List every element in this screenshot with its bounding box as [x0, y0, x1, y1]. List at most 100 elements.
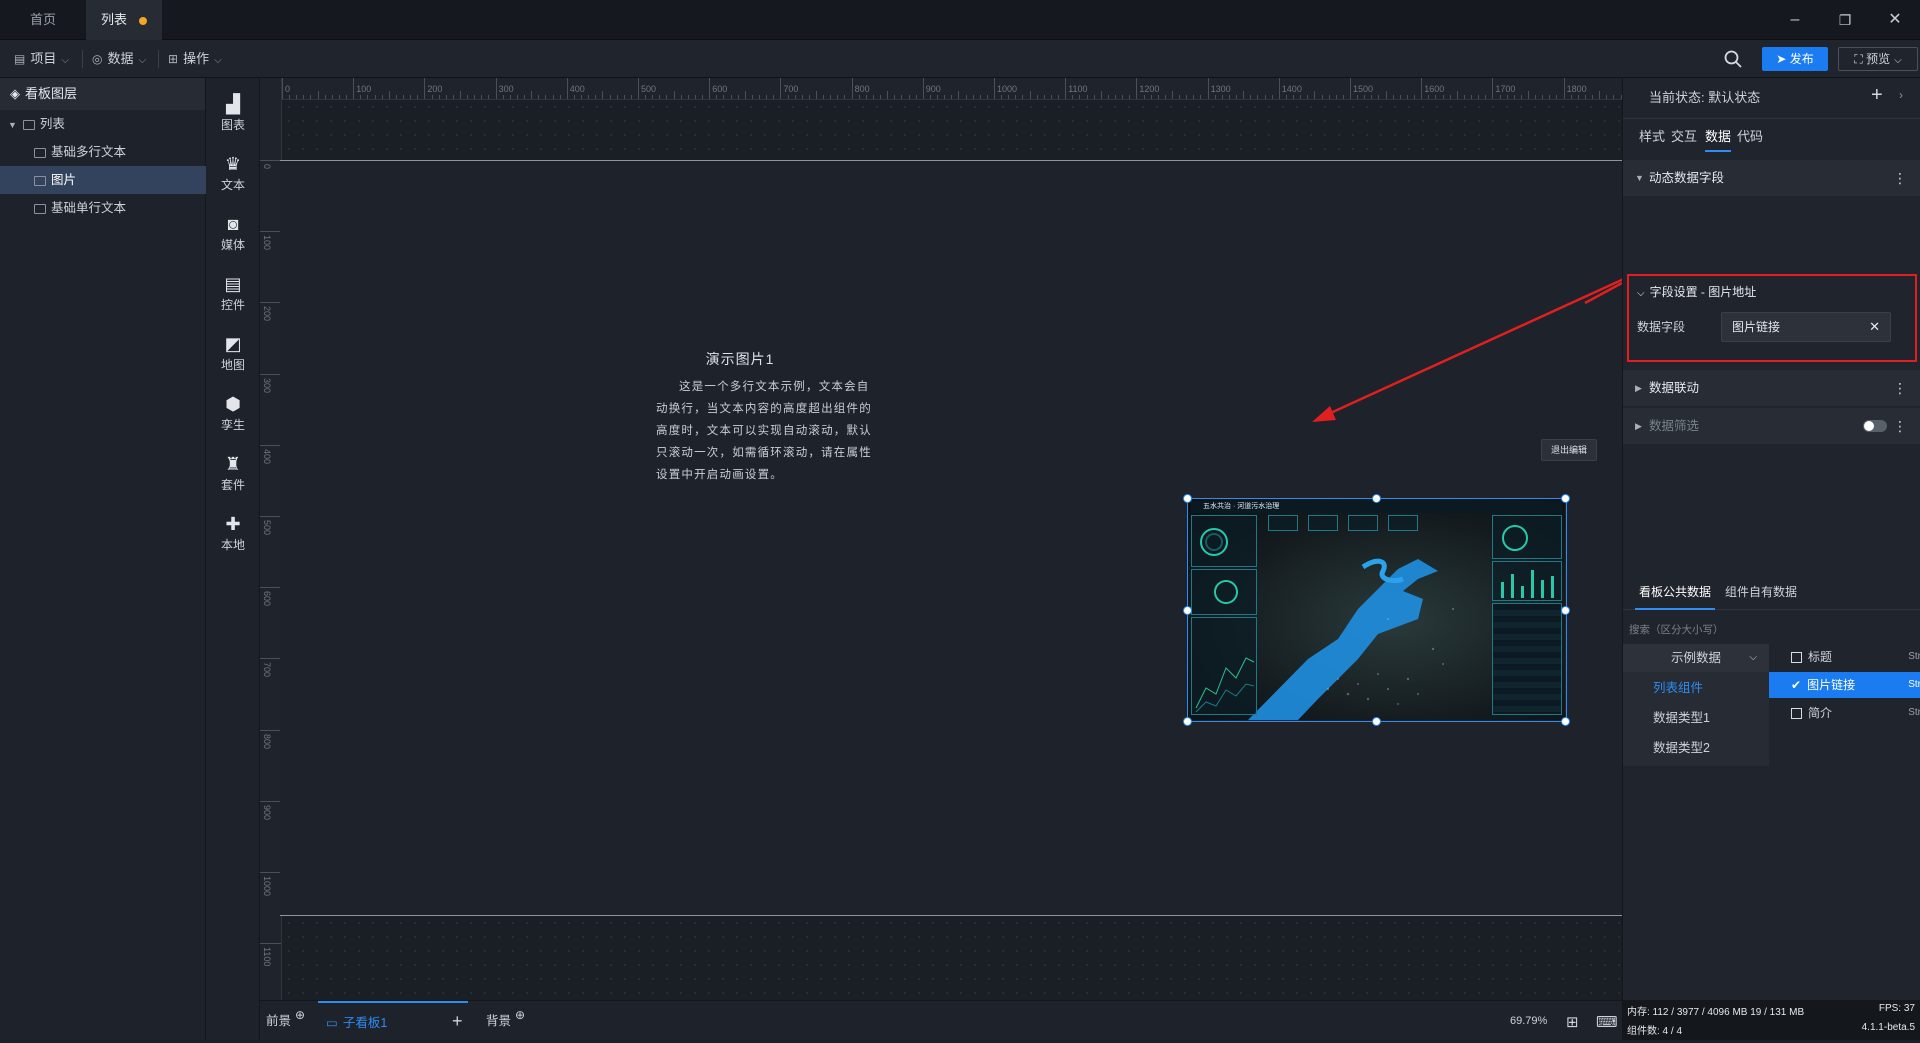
ruler-tick — [1350, 78, 1351, 99]
layer-item-single-text[interactable]: 基础单行文本 — [0, 194, 206, 222]
ruler-tick — [659, 95, 661, 99]
resize-handle[interactable] — [1372, 494, 1381, 503]
project-menu[interactable]: ▤ 项目 ⌵ — [14, 40, 69, 78]
ruler-tick — [1072, 95, 1074, 99]
resize-handle[interactable] — [1561, 494, 1570, 503]
ruler-tick — [1406, 95, 1408, 99]
ruler-tick — [495, 78, 497, 99]
close-icon[interactable]: ✕ — [1869, 313, 1880, 341]
more-icon[interactable]: ⋮ — [1893, 370, 1907, 406]
ruler-tick — [1079, 95, 1081, 99]
component-twin[interactable]: ⬢ 孪生 — [206, 386, 260, 446]
ruler-tick — [979, 95, 981, 99]
image-icon — [34, 175, 46, 186]
ruler-tick — [403, 95, 405, 99]
zoom-level[interactable]: 69.79% — [1510, 1001, 1547, 1041]
data-group-dropdown[interactable]: 示例数据 ⌵ — [1623, 644, 1769, 672]
field-item-title[interactable]: 标题 Str — [1769, 644, 1920, 670]
component-control[interactable]: ▤ 控件 — [206, 266, 260, 326]
fit-screen-icon[interactable]: ⊞ — [1566, 1013, 1579, 1031]
ruler-tick — [837, 95, 839, 99]
field-item-image-link[interactable]: ✔ 图片链接 Str — [1769, 672, 1920, 698]
dashboard-panel — [1492, 515, 1562, 559]
ruler-tick — [937, 95, 939, 99]
search-icon[interactable] — [1723, 49, 1743, 69]
ruler-tick — [687, 95, 689, 99]
more-icon[interactable]: ⋮ — [1893, 408, 1907, 444]
layer-item-multiline-text[interactable]: 基础多行文本 — [0, 138, 206, 166]
tab-code[interactable]: 代码 — [1737, 122, 1763, 152]
more-icon[interactable]: ⋮ — [1893, 160, 1907, 196]
tab-data[interactable]: 数据 — [1705, 122, 1732, 152]
section-data-filter[interactable]: ▶ 数据筛选 ⋮ — [1623, 408, 1920, 444]
resize-handle[interactable] — [1561, 717, 1570, 726]
data-group-item[interactable]: 列表组件 — [1653, 674, 1703, 702]
layer-root[interactable]: ▼ 列表 — [0, 110, 206, 138]
resize-handle[interactable] — [1183, 606, 1192, 615]
component-media[interactable]: ◙ 媒体 — [206, 206, 260, 266]
list-icon — [22, 119, 35, 130]
section-data-linkage[interactable]: ▶ 数据联动 ⋮ — [1623, 370, 1920, 406]
tab-home[interactable]: 首页 — [0, 0, 86, 40]
foreground-tab[interactable]: 前景 ⊕ — [266, 1001, 305, 1041]
divider — [1623, 118, 1920, 119]
data-group-item[interactable]: 数据类型2 — [1653, 734, 1710, 762]
tab-style[interactable]: 样式 — [1639, 122, 1665, 152]
component-kit[interactable]: ♜ 套件 — [206, 446, 260, 506]
layers-panel: ◈ 看板图层 ▼ 列表 基础多行文本 图片 基础单行文本 — [0, 78, 206, 1040]
close-button[interactable]: ✕ — [1870, 0, 1920, 40]
ruler-tick — [751, 95, 753, 99]
minimize-button[interactable]: – — [1770, 0, 1820, 40]
resize-handle[interactable] — [1183, 494, 1192, 503]
ruler-tick — [260, 800, 281, 802]
ruler-tick — [360, 95, 362, 99]
preview-button[interactable]: ⛶ 预览 ⌵ — [1838, 47, 1918, 71]
data-menu[interactable]: ◎ 数据 ⌵ — [92, 40, 146, 78]
add-state-button[interactable]: + — [1871, 84, 1883, 107]
layer-item-image[interactable]: 图片 — [0, 166, 206, 194]
component-local[interactable]: ✚ 本地 — [206, 506, 260, 566]
tab-interaction[interactable]: 交互 — [1671, 122, 1697, 152]
ruler-tick — [1221, 95, 1223, 99]
keyboard-icon[interactable]: ⌨ — [1596, 1013, 1618, 1031]
data-group-item[interactable]: 数据类型1 — [1653, 704, 1710, 732]
resize-handle[interactable] — [1372, 717, 1381, 726]
restore-button[interactable]: ❐ — [1820, 0, 1870, 40]
sub-board-tab[interactable]: ▭ 子看板1 — [318, 1001, 468, 1041]
canvas[interactable]: 0 100 200 300 400 500 600 700 800 900 1000 1100 1200… — [260, 78, 1622, 1000]
field-item-summary[interactable]: 简介 Str — [1769, 700, 1920, 726]
resize-handle[interactable] — [1561, 606, 1570, 615]
data-field-select[interactable]: 图片链接 ✕ — [1721, 312, 1891, 342]
resize-handle[interactable] — [1183, 717, 1192, 726]
version-label: 4.1.1-beta.5 — [1861, 1022, 1915, 1033]
component-chart[interactable]: ▟ 图表 — [206, 86, 260, 146]
chevron-right-icon[interactable]: › — [1899, 88, 1903, 102]
ruler-tick — [880, 95, 882, 99]
ruler-tick — [1043, 95, 1045, 99]
ruler-tick — [844, 95, 846, 99]
ruler-tick — [317, 91, 319, 99]
add-board-button[interactable]: + — [452, 1001, 463, 1041]
exit-edit-button[interactable]: 退出编辑 — [1541, 439, 1597, 461]
ruler-tick-label: 1800 — [1566, 84, 1587, 94]
ruler-tick — [830, 95, 832, 99]
operation-menu[interactable]: ⊞ 操作 ⌵ — [168, 40, 222, 78]
field-setting-header[interactable]: ⌵ 字段设置 - 图片地址 — [1637, 283, 1756, 300]
background-tab[interactable]: 背景 ⊕ — [486, 1001, 525, 1041]
publish-button[interactable]: ➤ 发布 — [1762, 47, 1828, 71]
filter-toggle[interactable] — [1863, 420, 1887, 432]
tab-public-data[interactable]: 看板公共数据 — [1635, 576, 1716, 610]
tab-own-data[interactable]: 组件自有数据 — [1725, 576, 1797, 610]
image-component[interactable]: 五水共治 · 河道污水治理 — [1183, 494, 1570, 726]
ruler-tick — [816, 91, 817, 99]
data-search-input[interactable]: 搜索（区分大小写） — [1629, 620, 1915, 640]
component-map[interactable]: ◩ 地图 — [206, 326, 260, 386]
send-icon: ➤ — [1776, 52, 1790, 66]
chevron-down-icon: ⌵ — [61, 55, 69, 66]
section-dynamic-fields[interactable]: ▼ 动态数据字段 ⋮ — [1623, 160, 1920, 196]
tab-list[interactable]: 列表 — [86, 0, 162, 40]
component-text[interactable]: ♛ 文本 — [206, 146, 260, 206]
ruler-tick — [1414, 95, 1416, 99]
ruler-tick — [524, 95, 526, 99]
ruler-tick — [552, 95, 554, 99]
